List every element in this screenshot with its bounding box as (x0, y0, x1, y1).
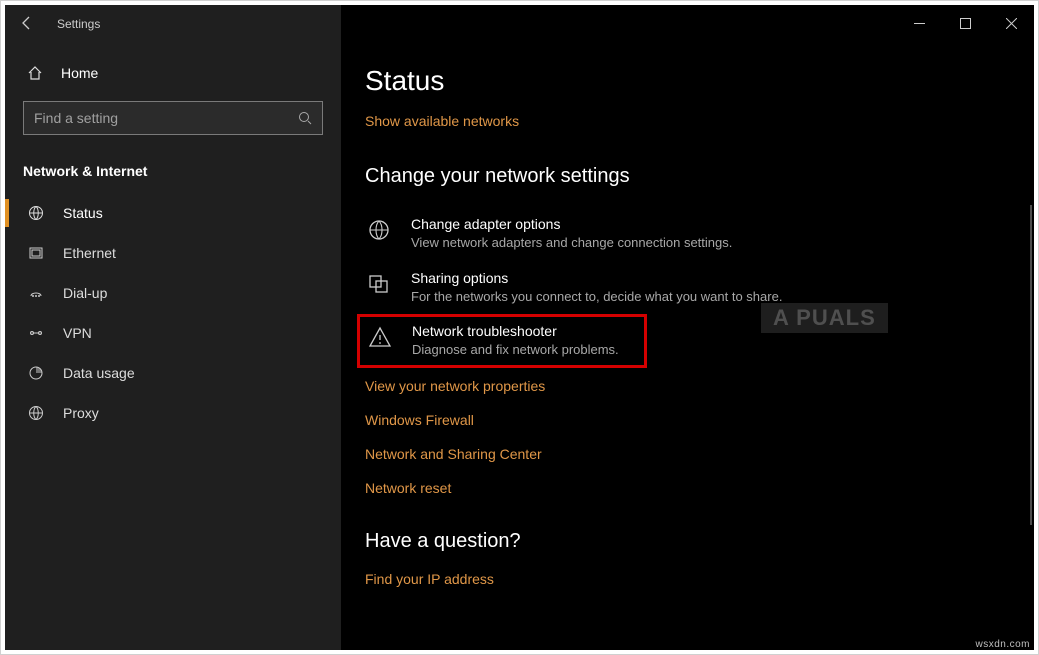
setting-desc: View network adapters and change connect… (411, 235, 732, 250)
search-input[interactable] (34, 110, 298, 126)
globe-icon (27, 205, 45, 221)
sharing-icon (365, 270, 393, 296)
setting-title: Network troubleshooter (412, 323, 619, 339)
setting-network-troubleshooter[interactable]: Network troubleshooter Diagnose and fix … (357, 314, 647, 368)
show-networks-link[interactable]: Show available networks (365, 113, 519, 129)
sidebar-item-status[interactable]: Status (5, 193, 341, 233)
back-button[interactable] (5, 5, 49, 41)
link-network-properties[interactable]: View your network properties (365, 378, 1034, 394)
sidebar-item-label: VPN (63, 325, 92, 341)
home-nav[interactable]: Home (5, 55, 341, 91)
page-title: Status (365, 65, 1034, 97)
setting-sharing-options[interactable]: Sharing options For the networks you con… (365, 260, 925, 314)
link-find-ip[interactable]: Find your IP address (365, 571, 494, 587)
sidebar-item-dialup[interactable]: Dial-up (5, 273, 341, 313)
home-icon (27, 65, 43, 81)
change-settings-heading: Change your network settings (365, 165, 1034, 188)
source-label: wsxdn.com (975, 639, 1030, 650)
sidebar-item-datausage[interactable]: Data usage (5, 353, 341, 393)
adapter-icon (365, 216, 393, 242)
home-label: Home (61, 65, 98, 81)
main-content: Status Show available networks Change yo… (341, 5, 1034, 650)
setting-adapter-options[interactable]: Change adapter options View network adap… (365, 206, 925, 260)
sidebar-section-title: Network & Internet (5, 153, 341, 193)
vpn-icon (27, 325, 45, 341)
minimize-button[interactable] (896, 7, 942, 39)
ethernet-icon (27, 245, 45, 261)
proxy-icon (27, 405, 45, 421)
sidebar-item-proxy[interactable]: Proxy (5, 393, 341, 433)
search-icon (298, 111, 312, 125)
setting-title: Change adapter options (411, 216, 732, 232)
sidebar-item-ethernet[interactable]: Ethernet (5, 233, 341, 273)
warning-icon (366, 323, 394, 349)
sidebar-item-label: Dial-up (63, 285, 107, 301)
close-button[interactable] (988, 7, 1034, 39)
window-title: Settings (49, 16, 100, 31)
dialup-icon (27, 285, 45, 301)
link-sharing-center[interactable]: Network and Sharing Center (365, 446, 1034, 462)
setting-desc: For the networks you connect to, decide … (411, 289, 782, 304)
sidebar-item-vpn[interactable]: VPN (5, 313, 341, 353)
setting-title: Sharing options (411, 270, 782, 286)
setting-desc: Diagnose and fix network problems. (412, 342, 619, 357)
data-usage-icon (27, 365, 45, 381)
maximize-button[interactable] (942, 7, 988, 39)
sidebar-item-label: Ethernet (63, 245, 116, 261)
sidebar: Home Network & Internet Status Ethernet (5, 5, 341, 650)
question-heading: Have a question? (365, 530, 1034, 553)
link-network-reset[interactable]: Network reset (365, 480, 1034, 496)
search-box[interactable] (23, 101, 323, 135)
link-windows-firewall[interactable]: Windows Firewall (365, 412, 1034, 428)
sidebar-item-label: Data usage (63, 365, 135, 381)
sidebar-item-label: Status (63, 205, 103, 221)
sidebar-item-label: Proxy (63, 405, 99, 421)
